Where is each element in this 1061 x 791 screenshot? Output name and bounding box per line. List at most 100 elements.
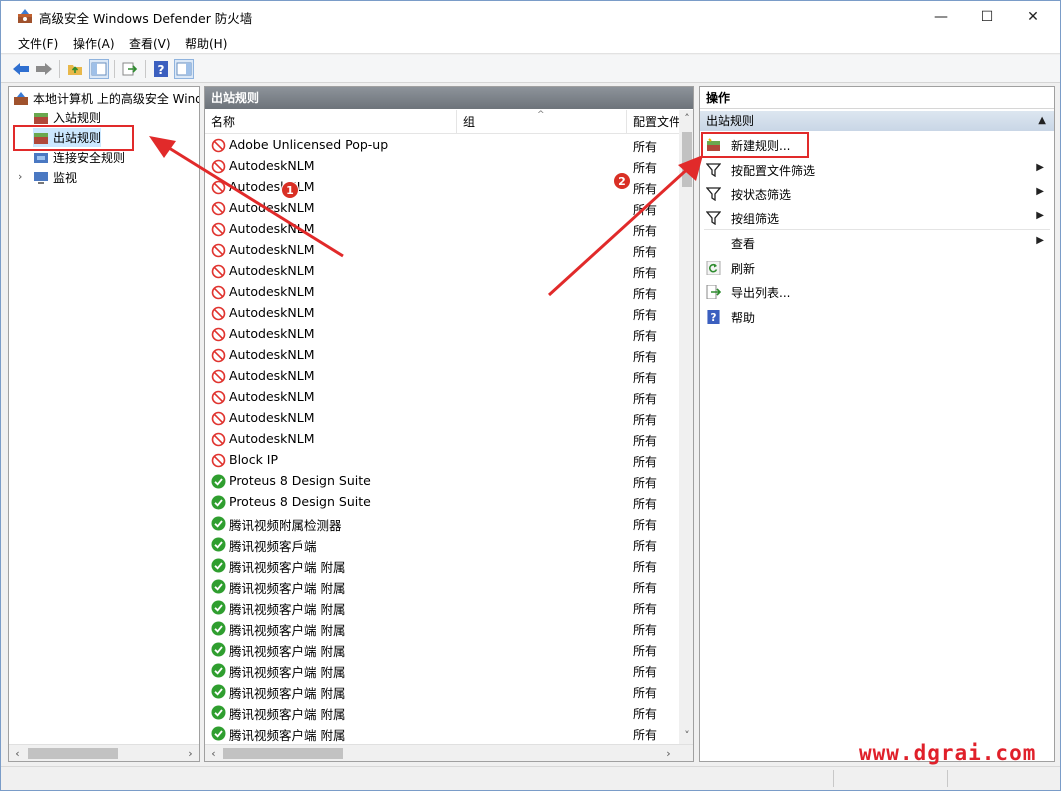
chevron-right-icon[interactable]: › [18,170,22,183]
action-label: 导出列表... [731,286,791,300]
scroll-up-icon[interactable]: ˄ [679,110,693,127]
show-action-pane-icon[interactable] [174,59,194,79]
actions-pane: 操作 出站规则 ▲ 新建规则... 按配置文件筛选 ▶ 按状态筛选 ▶ 按组筛选 ▶ 查看 ▶ 刷… [699,86,1055,762]
up-folder-icon[interactable] [65,59,85,79]
collapse-up-icon[interactable]: ▲ [1038,111,1046,131]
tree-horizontal-scrollbar[interactable]: ‹ › [9,744,199,761]
table-row[interactable]: AutodeskNLM 所有 [205,366,679,387]
action-filter-profile[interactable]: 按配置文件筛选 ▶ [700,159,1054,181]
menu-action[interactable]: 操作(A) [73,35,115,52]
rule-profile: 所有 [633,518,658,532]
allow-check-icon [211,726,226,741]
table-row[interactable]: 腾讯视频客戶端 所有 [205,534,679,555]
rule-profile: 所有 [633,539,658,553]
rule-profile: 所有 [633,581,658,595]
export-icon[interactable] [120,59,140,79]
table-row[interactable]: 腾讯视频客户端 附属 所有 [205,723,679,744]
action-label: 刷新 [731,262,756,276]
table-row[interactable]: Adobe Unlicensed Pop-up 所有 [205,135,679,156]
rules-vertical-scrollbar[interactable]: ˄ ˅ [679,110,693,744]
action-filter-state[interactable]: 按状态筛选 ▶ [700,183,1054,205]
scroll-thumb[interactable] [28,748,118,759]
rule-name: 腾讯视频客户端 附属 [229,602,346,617]
scroll-right-icon[interactable]: › [182,745,199,761]
table-row[interactable]: Proteus 8 Design Suite 所有 [205,492,679,513]
rules-horizontal-scrollbar[interactable]: ‹ › [205,744,693,761]
menu-file[interactable]: 文件(F) [18,35,58,52]
action-help[interactable]: ? 帮助 [700,306,1054,328]
help-icon[interactable]: ? [151,59,171,79]
table-row[interactable]: 腾讯视频客户端 附属 所有 [205,576,679,597]
maximize-button[interactable]: ☐ [964,1,1010,32]
menu-help[interactable]: 帮助(H) [185,35,227,52]
action-filter-group[interactable]: 按组筛选 ▶ [700,207,1054,229]
tree-item-monitoring[interactable]: 监视 [33,168,77,187]
table-row[interactable]: AutodeskNLM 所有 [205,429,679,450]
table-row[interactable]: 腾讯视频客户端 附属 所有 [205,702,679,723]
action-view[interactable]: 查看 ▶ [700,229,1054,254]
table-row[interactable]: Proteus 8 Design Suite 所有 [205,471,679,492]
action-refresh[interactable]: 刷新 [700,257,1054,279]
show-tree-icon[interactable] [89,59,109,79]
table-row[interactable]: 腾讯视频客户端 附属 所有 [205,618,679,639]
scroll-thumb[interactable] [682,132,692,187]
table-row[interactable]: 腾讯视频客户端 附属 所有 [205,597,679,618]
block-icon [211,411,226,426]
back-icon[interactable] [11,59,31,79]
scroll-thumb[interactable] [223,748,343,759]
table-row[interactable]: AutodeskNLM 所有 [205,324,679,345]
column-name[interactable]: 名称 [205,110,457,134]
actions-section-outbound[interactable]: 出站规则 ▲ [700,111,1054,131]
annotation-box-outbound-rules [13,125,134,151]
rule-name: Proteus 8 Design Suite [229,494,371,509]
submenu-arrow-icon: ▶ [1036,162,1044,173]
connection-security-icon [34,152,48,163]
svg-text:?: ? [158,63,165,77]
refresh-icon [706,261,721,275]
table-row[interactable]: AutodeskNLM 所有 [205,345,679,366]
scroll-left-icon[interactable]: ‹ [9,745,26,761]
block-icon [211,390,226,405]
close-button[interactable]: ✕ [1010,1,1056,32]
rule-name: AutodeskNLM [229,326,315,341]
action-export-list[interactable]: 导出列表... [700,281,1054,303]
table-row[interactable]: AutodeskNLM 所有 [205,156,679,177]
table-row[interactable]: AutodeskNLM 所有 [205,408,679,429]
rule-profile: 所有 [633,224,658,238]
table-row[interactable]: 腾讯视频附属检测器 所有 [205,513,679,534]
table-row[interactable]: 腾讯视频客户端 附属 所有 [205,660,679,681]
table-row[interactable]: AutodeskNLM 所有 [205,219,679,240]
table-row[interactable]: AutodeskNLM 所有 [205,261,679,282]
table-row[interactable]: 腾讯视频客户端 附属 所有 [205,555,679,576]
table-row[interactable]: 腾讯视频客户端 附属 所有 [205,639,679,660]
monitor-icon [34,171,48,184]
table-row[interactable]: AutodeskNLM 所有 [205,198,679,219]
rule-profile: 所有 [633,476,658,490]
scroll-left-icon[interactable]: ‹ [205,745,222,761]
rule-name: 腾讯视频客户端 附属 [229,644,346,659]
table-row[interactable]: AutodeskNLM 所有 [205,240,679,261]
rules-pane-header: 出站规则 [205,87,693,109]
allow-check-icon [211,579,226,594]
allow-check-icon [211,663,226,678]
rule-name: AutodeskNLM [229,179,315,194]
table-row[interactable]: AutodeskNLM 所有 [205,387,679,408]
table-row[interactable]: AutodeskNLM 所有 [205,177,679,198]
rule-name: AutodeskNLM [229,347,315,362]
column-profile[interactable]: 配置文件 [627,110,687,134]
tree-root[interactable]: 本地计算机 上的高级安全 Windows Defender 防火墙 [13,89,199,108]
allow-check-icon [211,621,226,636]
menu-view[interactable]: 查看(V) [129,35,171,52]
rule-name: Proteus 8 Design Suite [229,473,371,488]
scroll-right-icon[interactable]: › [660,745,677,761]
table-row[interactable]: AutodeskNLM 所有 [205,282,679,303]
scroll-down-icon[interactable]: ˅ [679,727,693,744]
forward-icon[interactable] [34,59,54,79]
action-label: 帮助 [731,311,756,325]
table-row[interactable]: Block IP 所有 [205,450,679,471]
actions-pane-header: 操作 [700,87,1054,109]
minimize-button[interactable]: — [918,1,964,32]
table-row[interactable]: AutodeskNLM 所有 [205,303,679,324]
rule-profile: 所有 [633,602,658,616]
table-row[interactable]: 腾讯视频客户端 附属 所有 [205,681,679,702]
